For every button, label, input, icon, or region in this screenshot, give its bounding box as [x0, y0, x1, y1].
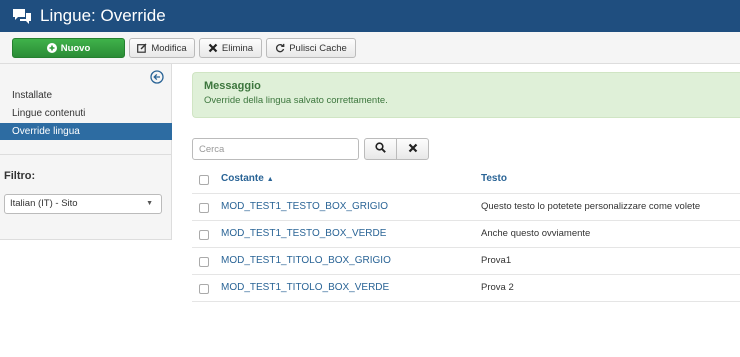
sidebar-item-label: Installate: [12, 90, 53, 101]
toolbar: Nuovo Modifica Elimina Pulisci Cache: [0, 32, 740, 64]
plus-icon: [46, 43, 57, 53]
column-header-text[interactable]: Testo: [481, 166, 507, 192]
select-all-checkbox[interactable]: [199, 175, 209, 185]
clear-cache-button[interactable]: Pulisci Cache: [266, 38, 356, 58]
column-header-constant-label: Costante: [221, 173, 264, 184]
override-text: Prova 2: [481, 282, 514, 293]
success-message: Messaggio Override della lingua salvato …: [192, 72, 740, 118]
table-header-row: Costante ▲ Testo: [192, 166, 740, 193]
override-text: Prova1: [481, 255, 512, 266]
sidebar-item-installate[interactable]: Installate: [0, 87, 172, 104]
table-row: MOD_TEST1_TITOLO_BOX_GRIGIO Prova1: [192, 247, 740, 274]
search-icon: [375, 142, 386, 156]
overrides-table: Costante ▲ Testo MOD_TEST1_TESTO_BOX_GRIG…: [192, 166, 740, 302]
row-checkbox[interactable]: [199, 203, 209, 213]
row-checkbox[interactable]: [199, 257, 209, 267]
sidebar-divider: [0, 154, 172, 155]
override-text: Anche questo ovviamente: [481, 228, 591, 239]
table-row: MOD_TEST1_TITOLO_BOX_VERDE Prova 2: [192, 274, 740, 301]
table-row: MOD_TEST1_TESTO_BOX_VERDE Anche questo o…: [192, 220, 740, 247]
clear-search-button[interactable]: [396, 138, 429, 160]
delete-button-label: Elimina: [221, 42, 254, 54]
sidebar-item-label: Override lingua: [12, 126, 80, 137]
sidebar-item-override-lingua[interactable]: Override lingua: [0, 123, 172, 140]
edit-button-label: Modifica: [151, 42, 187, 54]
row-checkbox[interactable]: [199, 284, 209, 294]
edit-icon: [137, 43, 147, 53]
override-text: Questo testo lo potetete personalizzare …: [481, 201, 701, 212]
constant-link[interactable]: MOD_TEST1_TITOLO_BOX_GRIGIO: [221, 248, 391, 274]
new-button-label: Nuovo: [60, 42, 91, 54]
message-title: Messaggio: [204, 80, 261, 92]
clear-cache-button-label: Pulisci Cache: [289, 42, 347, 54]
language-filter-value: Italian (IT) - Sito: [10, 198, 78, 209]
constant-link[interactable]: MOD_TEST1_TESTO_BOX_GRIGIO: [221, 194, 388, 220]
sort-asc-icon: ▲: [266, 176, 274, 183]
language-filter-select[interactable]: Italian (IT) - Sito ▼: [4, 194, 162, 214]
search-button[interactable]: [364, 138, 397, 160]
page-title: Lingue: Override: [40, 6, 166, 25]
collapse-sidebar-icon[interactable]: [150, 70, 164, 84]
chevron-down-icon: ▼: [146, 200, 153, 207]
comments-icon: [10, 6, 34, 26]
table-row: MOD_TEST1_TESTO_BOX_GRIGIO Questo testo …: [192, 193, 740, 220]
app-header: Lingue: Override: [0, 0, 740, 32]
sidebar: Installate Lingue contenuti Override lin…: [0, 64, 172, 240]
edit-button[interactable]: Modifica: [129, 38, 195, 58]
refresh-icon: [275, 43, 285, 53]
delete-button[interactable]: Elimina: [199, 38, 262, 58]
constant-link[interactable]: MOD_TEST1_TITOLO_BOX_VERDE: [221, 275, 389, 301]
constant-link[interactable]: MOD_TEST1_TESTO_BOX_VERDE: [221, 221, 386, 247]
row-checkbox[interactable]: [199, 230, 209, 240]
sidebar-item-lingue-contenuti[interactable]: Lingue contenuti: [0, 105, 172, 122]
close-icon: [208, 43, 218, 53]
filter-label: Filtro:: [4, 170, 36, 182]
new-button[interactable]: Nuovo: [12, 38, 125, 58]
search-input[interactable]: [192, 138, 359, 160]
column-header-constant[interactable]: Costante ▲: [221, 166, 274, 193]
message-text: Override della lingua salvato correttame…: [204, 95, 388, 106]
table-bottom-border: [192, 301, 740, 302]
sidebar-item-label: Lingue contenuti: [12, 108, 86, 119]
close-icon: [408, 143, 418, 156]
